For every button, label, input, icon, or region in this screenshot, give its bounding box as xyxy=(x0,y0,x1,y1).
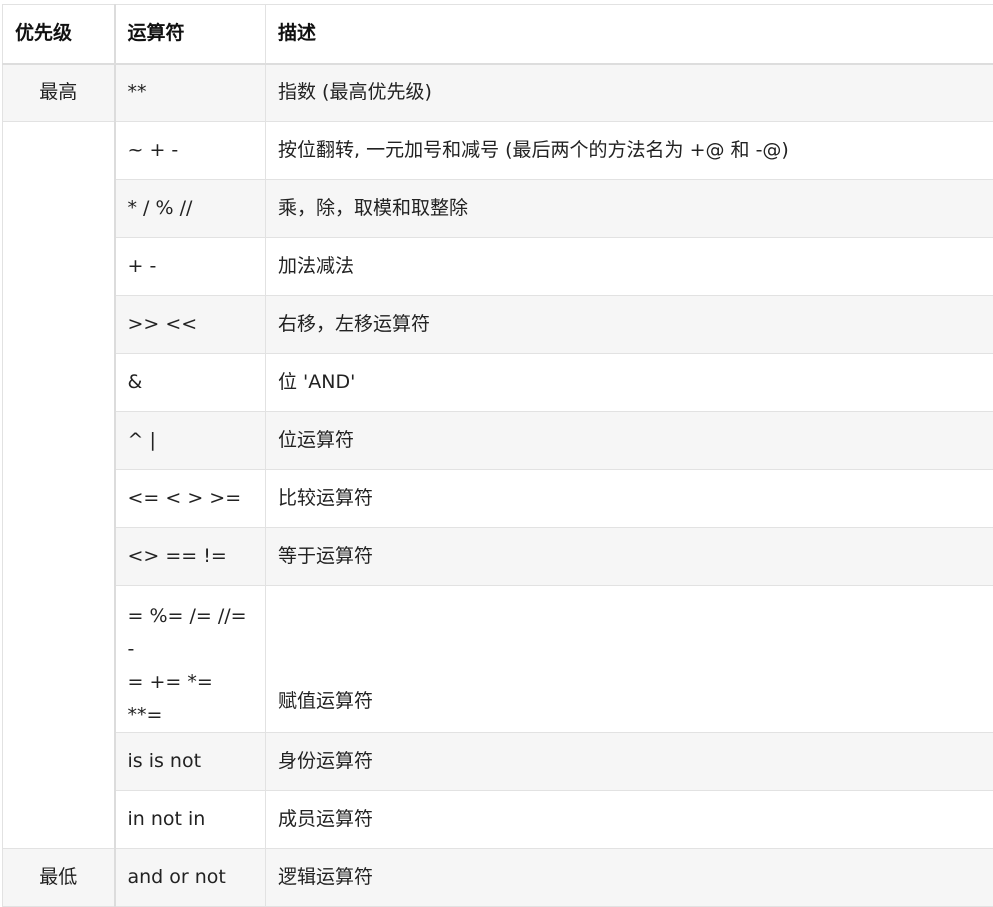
table-row: in not in 成员运算符 xyxy=(3,791,993,849)
description-cell: 指数 (最高优先级) xyxy=(266,64,993,122)
operator-cell: + - xyxy=(115,238,266,296)
description-cell: 位 'AND' xyxy=(266,354,993,412)
table-row: & 位 'AND' xyxy=(3,354,993,412)
precedence-cell: 最低 xyxy=(3,849,115,907)
header-precedence: 优先级 xyxy=(3,5,115,64)
table-header-row: 优先级 运算符 描述 xyxy=(3,5,993,64)
description-cell: 按位翻转, 一元加号和减号 (最后两个的方法名为 +@ 和 -@) xyxy=(266,122,993,180)
description-cell: 乘，除，取模和取整除 xyxy=(266,180,993,238)
operator-cell: = %= /= //= - = += *= **= xyxy=(115,586,266,733)
operator-line: = += *= **= xyxy=(128,666,254,732)
description-cell: 位运算符 xyxy=(266,412,993,470)
operator-line: = %= /= //= - xyxy=(128,600,254,666)
description-cell: 赋值运算符 xyxy=(266,586,993,733)
description-cell: 逻辑运算符 xyxy=(266,849,993,907)
operator-cell: is is not xyxy=(115,733,266,791)
table-row: is is not 身份运算符 xyxy=(3,733,993,791)
operator-precedence-table-container: 优先级 运算符 描述 最高 ** 指数 (最高优先级) ~ + - 按位翻转, … xyxy=(2,4,993,907)
table-row: = %= /= //= - = += *= **= 赋值运算符 xyxy=(3,586,993,733)
table-row: ^ | 位运算符 xyxy=(3,412,993,470)
precedence-cell: 最高 xyxy=(3,64,115,122)
operator-cell: * / % // xyxy=(115,180,266,238)
operator-cell: ^ | xyxy=(115,412,266,470)
description-cell: 右移，左移运算符 xyxy=(266,296,993,354)
table-row: + - 加法减法 xyxy=(3,238,993,296)
table-row: >> << 右移，左移运算符 xyxy=(3,296,993,354)
description-cell: 等于运算符 xyxy=(266,528,993,586)
table-row: 最低 and or not 逻辑运算符 xyxy=(3,849,993,907)
operator-cell: in not in xyxy=(115,791,266,849)
header-operator: 运算符 xyxy=(115,5,266,64)
operator-cell: <= < > >= xyxy=(115,470,266,528)
precedence-cell-blank xyxy=(3,122,115,849)
header-description: 描述 xyxy=(266,5,993,64)
operator-cell: <> == != xyxy=(115,528,266,586)
description-cell: 加法减法 xyxy=(266,238,993,296)
operator-cell: >> << xyxy=(115,296,266,354)
table-row: <> == != 等于运算符 xyxy=(3,528,993,586)
operator-cell: ~ + - xyxy=(115,122,266,180)
operator-cell: ** xyxy=(115,64,266,122)
description-cell: 成员运算符 xyxy=(266,791,993,849)
operator-precedence-table: 优先级 运算符 描述 最高 ** 指数 (最高优先级) ~ + - 按位翻转, … xyxy=(2,4,993,907)
description-cell: 身份运算符 xyxy=(266,733,993,791)
table-row: 最高 ** 指数 (最高优先级) xyxy=(3,64,993,122)
table-row: ~ + - 按位翻转, 一元加号和减号 (最后两个的方法名为 +@ 和 -@) xyxy=(3,122,993,180)
description-cell: 比较运算符 xyxy=(266,470,993,528)
table-row: <= < > >= 比较运算符 xyxy=(3,470,993,528)
operator-cell: & xyxy=(115,354,266,412)
operator-cell: and or not xyxy=(115,849,266,907)
table-row: * / % // 乘，除，取模和取整除 xyxy=(3,180,993,238)
